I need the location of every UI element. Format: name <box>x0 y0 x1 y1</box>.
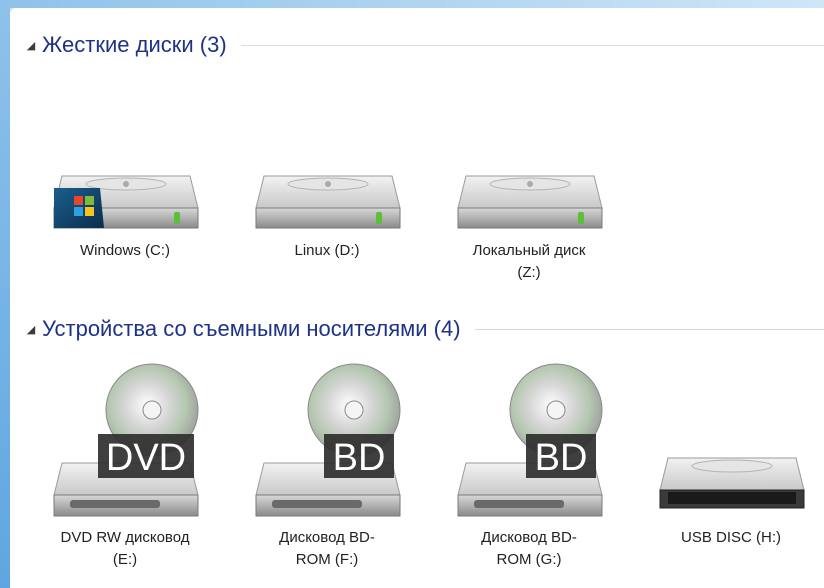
drive-item-g[interactable]: BD Дисковод BD-ROM (G:) <box>444 358 614 571</box>
drive-label: Windows (C:) <box>79 242 170 259</box>
dvd-drive-icon: DVD <box>53 363 199 517</box>
window-frame-left <box>0 0 10 588</box>
drive-label: Дисковод BD-ROM (F:) <box>279 529 375 568</box>
group-title-hard-disks: Жесткие диски (3) <box>42 32 227 57</box>
drive-item-e[interactable]: DVD DVD RW дисковод (E:) <box>40 358 210 571</box>
drive-label: Дисковод BD-ROM (G:) <box>481 529 577 568</box>
group-title-removable: Устройства со съемными носителями (4) <box>42 316 461 341</box>
group-divider <box>240 44 824 46</box>
group-header-removable[interactable]: ◢ Устройства со съемными носителями (4) <box>10 314 824 344</box>
window-frame-top <box>0 0 824 8</box>
hard-drive-icon <box>255 175 401 229</box>
dvd-badge: DVD <box>106 437 186 479</box>
drive-item-f[interactable]: BD Дисковод BD-ROM (F:) <box>242 358 412 571</box>
group-divider <box>474 328 824 330</box>
hard-drive-icon <box>457 175 603 229</box>
explorer-content-pane: ◢ Жесткие диски (3) Windows (C:) Linux (… <box>10 8 824 588</box>
drive-item-c[interactable]: Windows (C:) <box>40 146 210 262</box>
drive-label: DVD RW дисковод (E:) <box>60 529 190 568</box>
drive-label: Локальный диск (Z:) <box>472 242 586 281</box>
usb-drive-icon <box>659 457 805 509</box>
drive-label: Linux (D:) <box>294 242 360 259</box>
group-header-hard-disks[interactable]: ◢ Жесткие диски (3) <box>10 30 824 60</box>
bd-badge: BD <box>333 437 386 479</box>
bd-drive-icon: BD <box>457 363 603 517</box>
drive-item-z[interactable]: Локальный диск (Z:) <box>444 146 614 284</box>
drive-label: USB DISC (H:) <box>680 529 781 546</box>
collapse-arrow-icon[interactable]: ◢ <box>20 39 42 52</box>
drive-item-d[interactable]: Linux (D:) <box>242 146 412 262</box>
bd-badge: BD <box>535 437 588 479</box>
collapse-arrow-icon[interactable]: ◢ <box>20 323 42 336</box>
windows-drive-icon <box>53 175 199 229</box>
bd-drive-icon: BD <box>255 363 401 517</box>
drive-item-h[interactable]: USB DISC (H:) <box>646 358 816 549</box>
